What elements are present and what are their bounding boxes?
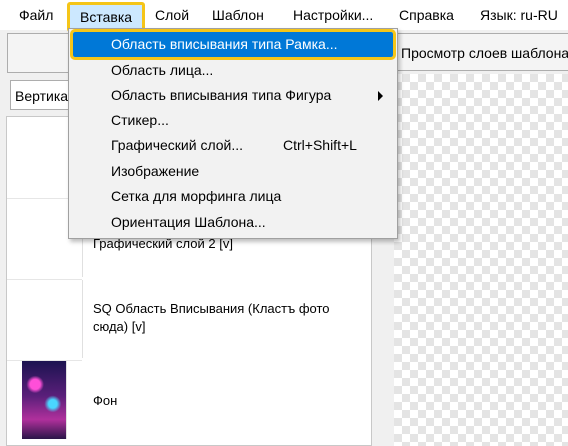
menu-language[interactable]: Язык: ru-RU (480, 0, 558, 30)
menu-item-shape-area[interactable]: Область вписывания типа Фигура (73, 83, 393, 108)
menu-item-graphic-layer[interactable]: Графический слой... Ctrl+Shift+L (73, 133, 393, 158)
menu-layer[interactable]: Слой (155, 0, 189, 30)
layer-preview-button[interactable]: Просмотр слоев шаблона (396, 33, 568, 71)
menu-item-image[interactable]: Изображение (73, 159, 393, 184)
menu-item-sticker[interactable]: Стикер... (73, 108, 393, 133)
menu-item-morph-grid[interactable]: Сетка для морфинга лица (73, 184, 393, 209)
menu-file[interactable]: Файл (19, 0, 53, 30)
menu-item-face-area[interactable]: Область лица... (73, 58, 393, 83)
menu-template[interactable]: Шаблон (212, 0, 264, 30)
layer-row[interactable]: Фон (7, 361, 371, 445)
menu-bar: Файл Вставка Слой Шаблон Настройки... Сп… (0, 0, 568, 32)
menu-settings[interactable]: Настройки... (293, 0, 373, 30)
shortcut-label: Ctrl+Shift+L (283, 137, 357, 153)
submenu-arrow-icon (378, 91, 383, 101)
menu-help[interactable]: Справка (399, 0, 454, 30)
transparent-canvas[interactable] (394, 74, 568, 446)
insert-menu: Область вписывания типа Рамка... Область… (68, 28, 398, 239)
layer-photo-thumbnail (22, 361, 67, 439)
layer-thumbnail (22, 280, 83, 358)
orientation-select[interactable]: Вертикальная (10, 80, 70, 110)
layer-label: Фон (93, 393, 118, 408)
menu-item-template-orientation[interactable]: Ориентация Шаблона... (73, 210, 393, 235)
layer-row[interactable]: SQ Область Вписывания (Кластъ фото сюда)… (7, 280, 371, 360)
toolbar-button[interactable] (7, 33, 69, 73)
menu-item-frame-area[interactable]: Область вписывания типа Рамка... (70, 29, 396, 60)
layer-label: SQ Область Вписывания (Кластъ фото сюда)… (93, 301, 330, 334)
